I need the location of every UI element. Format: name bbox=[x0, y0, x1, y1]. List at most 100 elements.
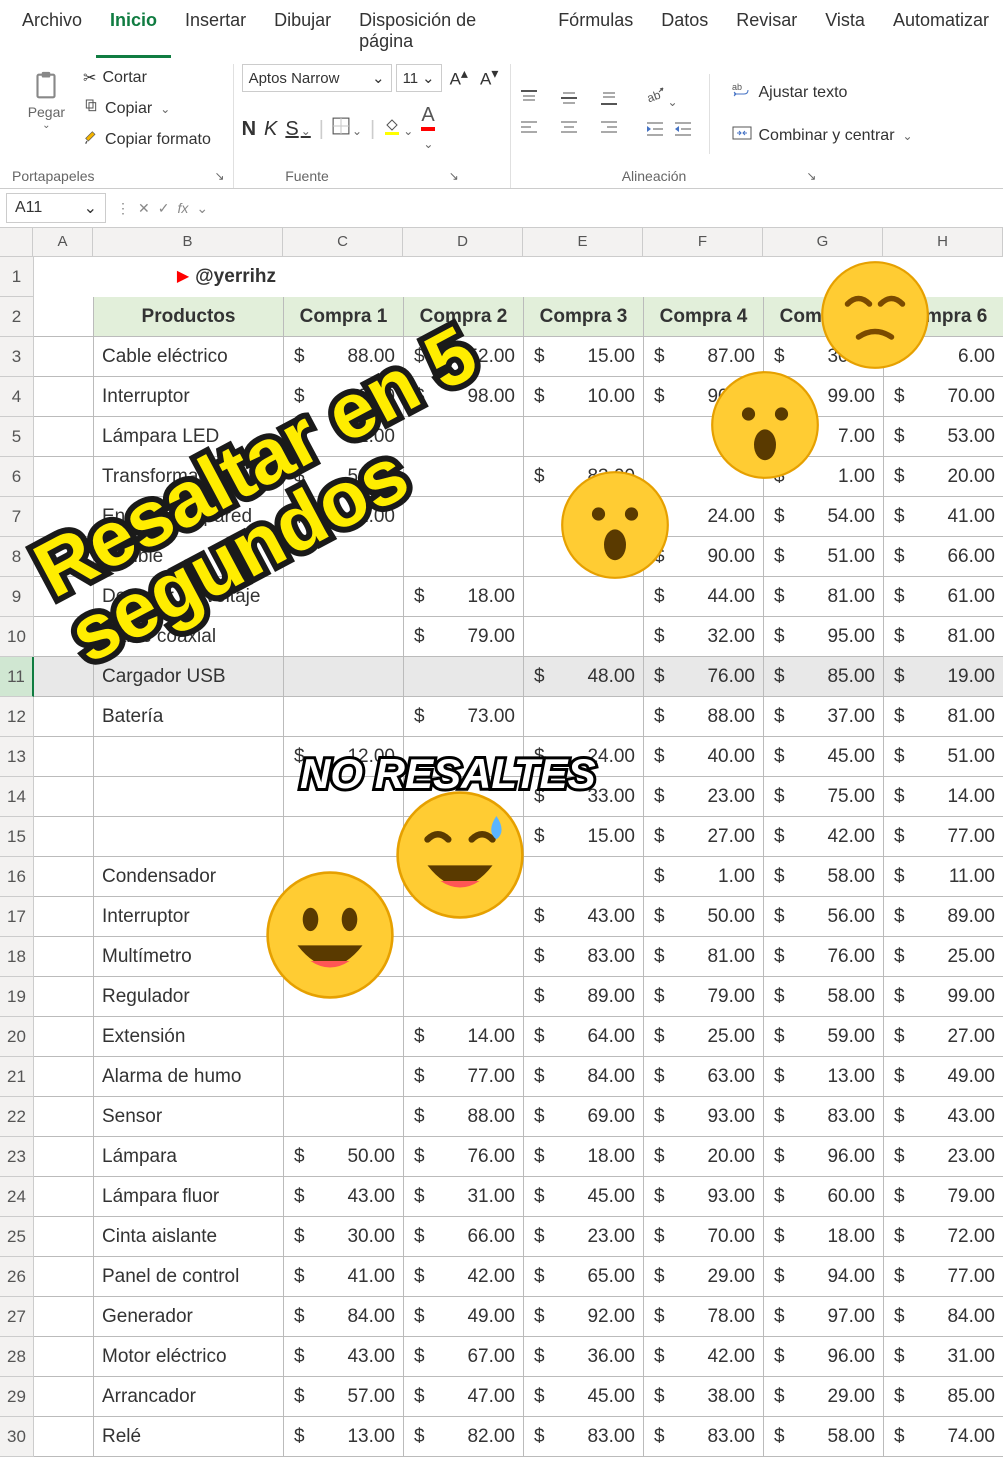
product-name[interactable]: Condensador bbox=[94, 857, 284, 897]
product-name[interactable]: Regulador bbox=[94, 977, 284, 1017]
price-cell[interactable]: $42.00 bbox=[764, 817, 884, 857]
price-cell[interactable]: $18.00 bbox=[764, 1217, 884, 1257]
row-header[interactable]: 12 bbox=[0, 697, 34, 737]
product-name[interactable]: Batería bbox=[94, 697, 284, 737]
price-cell[interactable]: $93.00 bbox=[644, 1097, 764, 1137]
column-header-H[interactable]: H bbox=[883, 228, 1003, 256]
price-cell[interactable]: $45.00 bbox=[764, 737, 884, 777]
row-header[interactable]: 3 bbox=[0, 337, 34, 377]
product-name[interactable]: Extensión bbox=[94, 1017, 284, 1057]
cell[interactable] bbox=[284, 1057, 404, 1097]
merge-center-button[interactable]: Combinar y centrar bbox=[726, 119, 918, 152]
cell[interactable] bbox=[284, 1017, 404, 1057]
cell[interactable] bbox=[284, 617, 404, 657]
column-header-A[interactable]: A bbox=[33, 228, 93, 256]
font-name-select[interactable]: Aptos Narrow ⌄ bbox=[242, 64, 392, 92]
row-header[interactable]: 26 bbox=[0, 1257, 34, 1297]
cell[interactable] bbox=[404, 977, 524, 1017]
price-cell[interactable]: $60.00 bbox=[764, 1177, 884, 1217]
cell[interactable] bbox=[404, 257, 524, 297]
price-cell[interactable]: $49.00 bbox=[884, 1057, 1003, 1097]
price-cell[interactable]: $10.00 bbox=[524, 377, 644, 417]
product-name[interactable]: Alarma de humo bbox=[94, 1057, 284, 1097]
price-cell[interactable]: $96.00 bbox=[764, 1337, 884, 1377]
cell[interactable] bbox=[34, 657, 94, 697]
product-name[interactable]: Interruptor bbox=[94, 897, 284, 937]
price-cell[interactable]: $81.00 bbox=[644, 937, 764, 977]
cell[interactable] bbox=[524, 697, 644, 737]
price-cell[interactable]: $85.00 bbox=[764, 657, 884, 697]
price-cell[interactable]: $72.00 bbox=[884, 1217, 1003, 1257]
price-cell[interactable]: $76.00 bbox=[404, 1137, 524, 1177]
align-left-button[interactable] bbox=[519, 117, 549, 140]
price-cell[interactable]: $92.00 bbox=[524, 1297, 644, 1337]
price-cell[interactable]: $70.00 bbox=[884, 377, 1003, 417]
price-cell[interactable]: $70.00 bbox=[644, 1217, 764, 1257]
font-color-button[interactable]: A bbox=[421, 104, 435, 154]
price-cell[interactable]: $89.00 bbox=[884, 897, 1003, 937]
price-cell[interactable]: $56.00 bbox=[764, 897, 884, 937]
price-cell[interactable]: $78.00 bbox=[644, 1297, 764, 1337]
menu-vista[interactable]: Vista bbox=[811, 4, 879, 58]
cell[interactable] bbox=[284, 817, 404, 857]
align-middle-button[interactable] bbox=[559, 88, 589, 111]
product-name[interactable] bbox=[94, 777, 284, 817]
price-cell[interactable]: $76.00 bbox=[764, 937, 884, 977]
cell[interactable] bbox=[34, 777, 94, 817]
row-header[interactable]: 28 bbox=[0, 1337, 34, 1377]
cell[interactable] bbox=[404, 657, 524, 697]
borders-button[interactable] bbox=[332, 117, 362, 141]
column-header-B[interactable]: B bbox=[93, 228, 283, 256]
name-box[interactable]: A11 ⌄ bbox=[6, 193, 106, 223]
price-cell[interactable]: $88.00 bbox=[404, 1097, 524, 1137]
column-header-D[interactable]: D bbox=[403, 228, 523, 256]
price-cell[interactable]: $36.00 bbox=[524, 1337, 644, 1377]
price-cell[interactable]: $23.00 bbox=[524, 1217, 644, 1257]
menu-inicio[interactable]: Inicio bbox=[96, 4, 171, 58]
menu-revisar[interactable]: Revisar bbox=[722, 4, 811, 58]
price-cell[interactable]: $13.00 bbox=[284, 1417, 404, 1457]
dialog-launcher-icon[interactable]: ↘ bbox=[215, 169, 225, 183]
align-right-button[interactable] bbox=[599, 117, 629, 140]
price-cell[interactable]: $73.00 bbox=[404, 697, 524, 737]
price-cell[interactable]: $11.00 bbox=[884, 857, 1003, 897]
product-name[interactable]: Sensor bbox=[94, 1097, 284, 1137]
price-cell[interactable]: $25.00 bbox=[644, 1017, 764, 1057]
cell[interactable] bbox=[34, 457, 94, 497]
price-cell[interactable]: $53.00 bbox=[884, 417, 1003, 457]
cell[interactable] bbox=[404, 937, 524, 977]
more-icon[interactable]: ⋮ bbox=[116, 200, 130, 217]
price-cell[interactable]: $74.00 bbox=[884, 1417, 1003, 1457]
fx-label[interactable]: fx bbox=[177, 200, 188, 216]
column-header-G[interactable]: G bbox=[763, 228, 883, 256]
price-cell[interactable]: $58.00 bbox=[764, 857, 884, 897]
price-cell[interactable]: $57.00 bbox=[284, 1377, 404, 1417]
price-cell[interactable]: $79.00 bbox=[404, 617, 524, 657]
price-cell[interactable]: $40.00 bbox=[644, 737, 764, 777]
price-cell[interactable]: $81.00 bbox=[884, 697, 1003, 737]
price-cell[interactable]: $88.00 bbox=[644, 697, 764, 737]
row-header[interactable]: 15 bbox=[0, 817, 34, 857]
product-name[interactable]: Cinta aislante bbox=[94, 1217, 284, 1257]
cell[interactable] bbox=[34, 1057, 94, 1097]
row-header[interactable]: 20 bbox=[0, 1017, 34, 1057]
increase-indent-button[interactable] bbox=[673, 119, 693, 142]
price-cell[interactable]: $43.00 bbox=[884, 1097, 1003, 1137]
price-cell[interactable]: $42.00 bbox=[404, 1257, 524, 1297]
table-header[interactable]: Compra 1 bbox=[284, 297, 404, 337]
price-cell[interactable]: $42.00 bbox=[644, 1337, 764, 1377]
menu-dibujar[interactable]: Dibujar bbox=[260, 4, 345, 58]
cell[interactable] bbox=[524, 417, 644, 457]
cell[interactable] bbox=[404, 537, 524, 577]
price-cell[interactable]: $51.00 bbox=[884, 737, 1003, 777]
align-center-button[interactable] bbox=[559, 117, 589, 140]
product-name[interactable]: Multímetro bbox=[94, 937, 284, 977]
format-painter-button[interactable]: Copiar formato bbox=[77, 125, 217, 154]
row-header[interactable]: 30 bbox=[0, 1417, 34, 1457]
row-header[interactable]: 9 bbox=[0, 577, 34, 617]
cell[interactable] bbox=[644, 257, 764, 297]
price-cell[interactable]: $95.00 bbox=[764, 617, 884, 657]
cell[interactable] bbox=[34, 377, 94, 417]
price-cell[interactable]: $54.00 bbox=[764, 497, 884, 537]
price-cell[interactable]: $99.00 bbox=[884, 977, 1003, 1017]
